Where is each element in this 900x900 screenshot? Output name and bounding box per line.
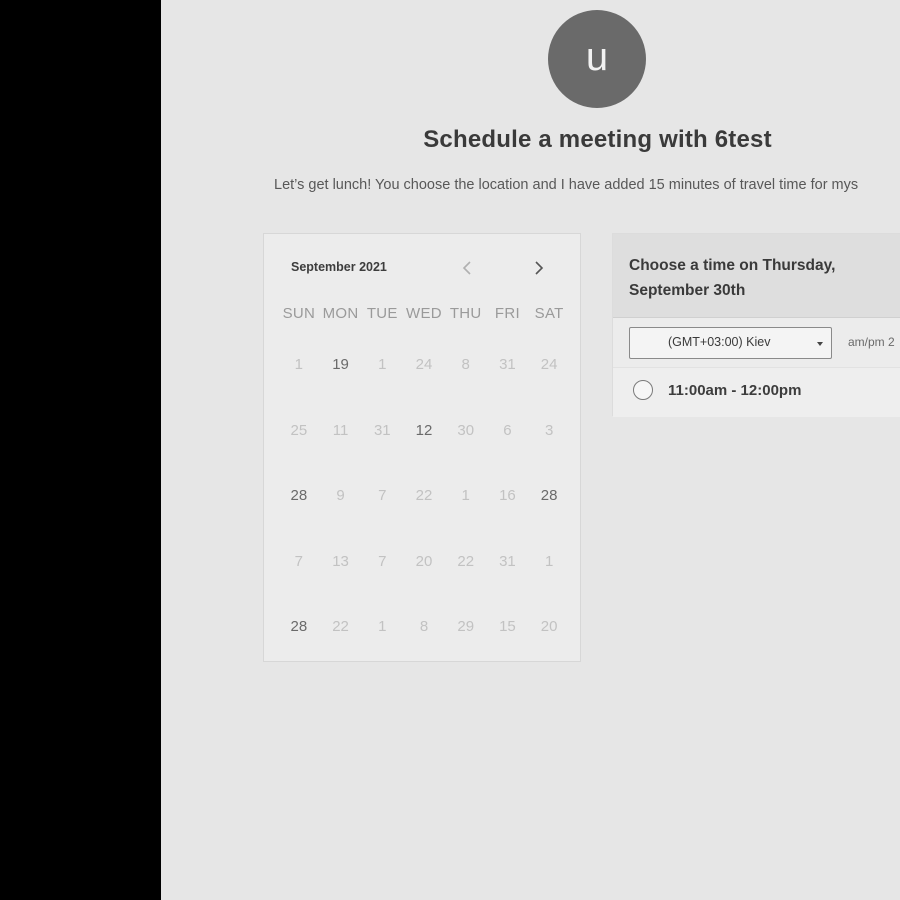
- calendar-day[interactable]: 1: [278, 332, 320, 398]
- weekday-label: MON: [322, 305, 359, 322]
- caret-down-icon: [817, 342, 823, 346]
- calendar-day[interactable]: 31: [487, 529, 529, 595]
- calendar-day[interactable]: 8: [445, 332, 487, 398]
- next-month-button[interactable]: [527, 256, 551, 280]
- weekday-label: THU: [449, 305, 482, 322]
- calendar-day[interactable]: 22: [320, 594, 362, 660]
- calendar-day[interactable]: 6: [487, 398, 529, 464]
- time-picker-panel: Choose a time on Thursday, September 30t…: [612, 233, 900, 417]
- calendar-day[interactable]: 30: [445, 398, 487, 464]
- chevron-right-icon: [535, 261, 544, 275]
- chevron-left-icon: [462, 261, 471, 275]
- calendar-day[interactable]: 1: [528, 529, 570, 595]
- calendar: September 2021 SUN MON TUE WED THU FRI SAT 1 19…: [263, 233, 581, 662]
- calendar-day[interactable]: 15: [487, 594, 529, 660]
- calendar-day[interactable]: 28: [278, 463, 320, 529]
- weekday-header: SUN MON TUE WED THU FRI SAT: [278, 305, 570, 322]
- calendar-day[interactable]: 28: [278, 594, 320, 660]
- timezone-select[interactable]: (GMT+03:00) Kiev: [629, 327, 832, 359]
- scheduling-page: u Schedule a meeting with 6test Let’s ge…: [161, 0, 900, 900]
- time-slot-label: 11:00am - 12:00pm: [668, 382, 802, 399]
- calendar-day[interactable]: 20: [528, 594, 570, 660]
- weekday-label: FRI: [494, 305, 520, 322]
- time-panel-header: Choose a time on Thursday, September 30t…: [613, 234, 900, 318]
- month-label: September 2021: [291, 260, 387, 274]
- avatar: u: [548, 10, 646, 108]
- calendar-day[interactable]: 22: [445, 529, 487, 595]
- calendar-day[interactable]: 1: [361, 332, 403, 398]
- calendar-day[interactable]: 3: [528, 398, 570, 464]
- page-title: Schedule a meeting with 6test: [423, 126, 772, 153]
- calendar-day[interactable]: 19: [320, 332, 362, 398]
- calendar-day[interactable]: 25: [278, 398, 320, 464]
- day-grid: 1 19 1 24 8 31 24 25 11 31 12 30 6 3 28 9 7 22 1 16 28 7 13 7 20…: [278, 332, 570, 660]
- time-slot[interactable]: 11:00am - 12:00pm: [613, 367, 900, 417]
- calendar-day[interactable]: 7: [361, 463, 403, 529]
- calendar-day[interactable]: 13: [320, 529, 362, 595]
- calendar-day[interactable]: 31: [487, 332, 529, 398]
- calendar-day[interactable]: 1: [445, 463, 487, 529]
- radio-button[interactable]: [633, 380, 653, 400]
- previous-month-button[interactable]: [455, 256, 479, 280]
- calendar-day[interactable]: 28: [528, 463, 570, 529]
- weekday-label: SAT: [534, 305, 564, 322]
- weekday-label: TUE: [366, 305, 398, 322]
- calendar-day[interactable]: 20: [403, 529, 445, 595]
- calendar-day[interactable]: 7: [361, 529, 403, 595]
- calendar-day[interactable]: 16: [487, 463, 529, 529]
- calendar-day[interactable]: 12: [403, 398, 445, 464]
- calendar-day[interactable]: 7: [278, 529, 320, 595]
- weekday-label: WED: [406, 305, 442, 322]
- calendar-day[interactable]: 31: [361, 398, 403, 464]
- weekday-label: SUN: [282, 305, 316, 322]
- meeting-description: Let’s get lunch! You choose the location…: [274, 177, 859, 193]
- time-format-toggle[interactable]: am/pm 2: [848, 335, 895, 349]
- calendar-day[interactable]: 1: [361, 594, 403, 660]
- calendar-day[interactable]: 11: [320, 398, 362, 464]
- time-panel-title: Choose a time on Thursday, September 30t…: [629, 257, 836, 299]
- calendar-day[interactable]: 24: [528, 332, 570, 398]
- avatar-initial: u: [585, 35, 609, 79]
- calendar-day[interactable]: 22: [403, 463, 445, 529]
- calendar-day[interactable]: 29: [445, 594, 487, 660]
- timezone-value: (GMT+03:00) Kiev: [668, 335, 771, 349]
- calendar-day[interactable]: 24: [403, 332, 445, 398]
- calendar-day[interactable]: 9: [320, 463, 362, 529]
- calendar-day[interactable]: 8: [403, 594, 445, 660]
